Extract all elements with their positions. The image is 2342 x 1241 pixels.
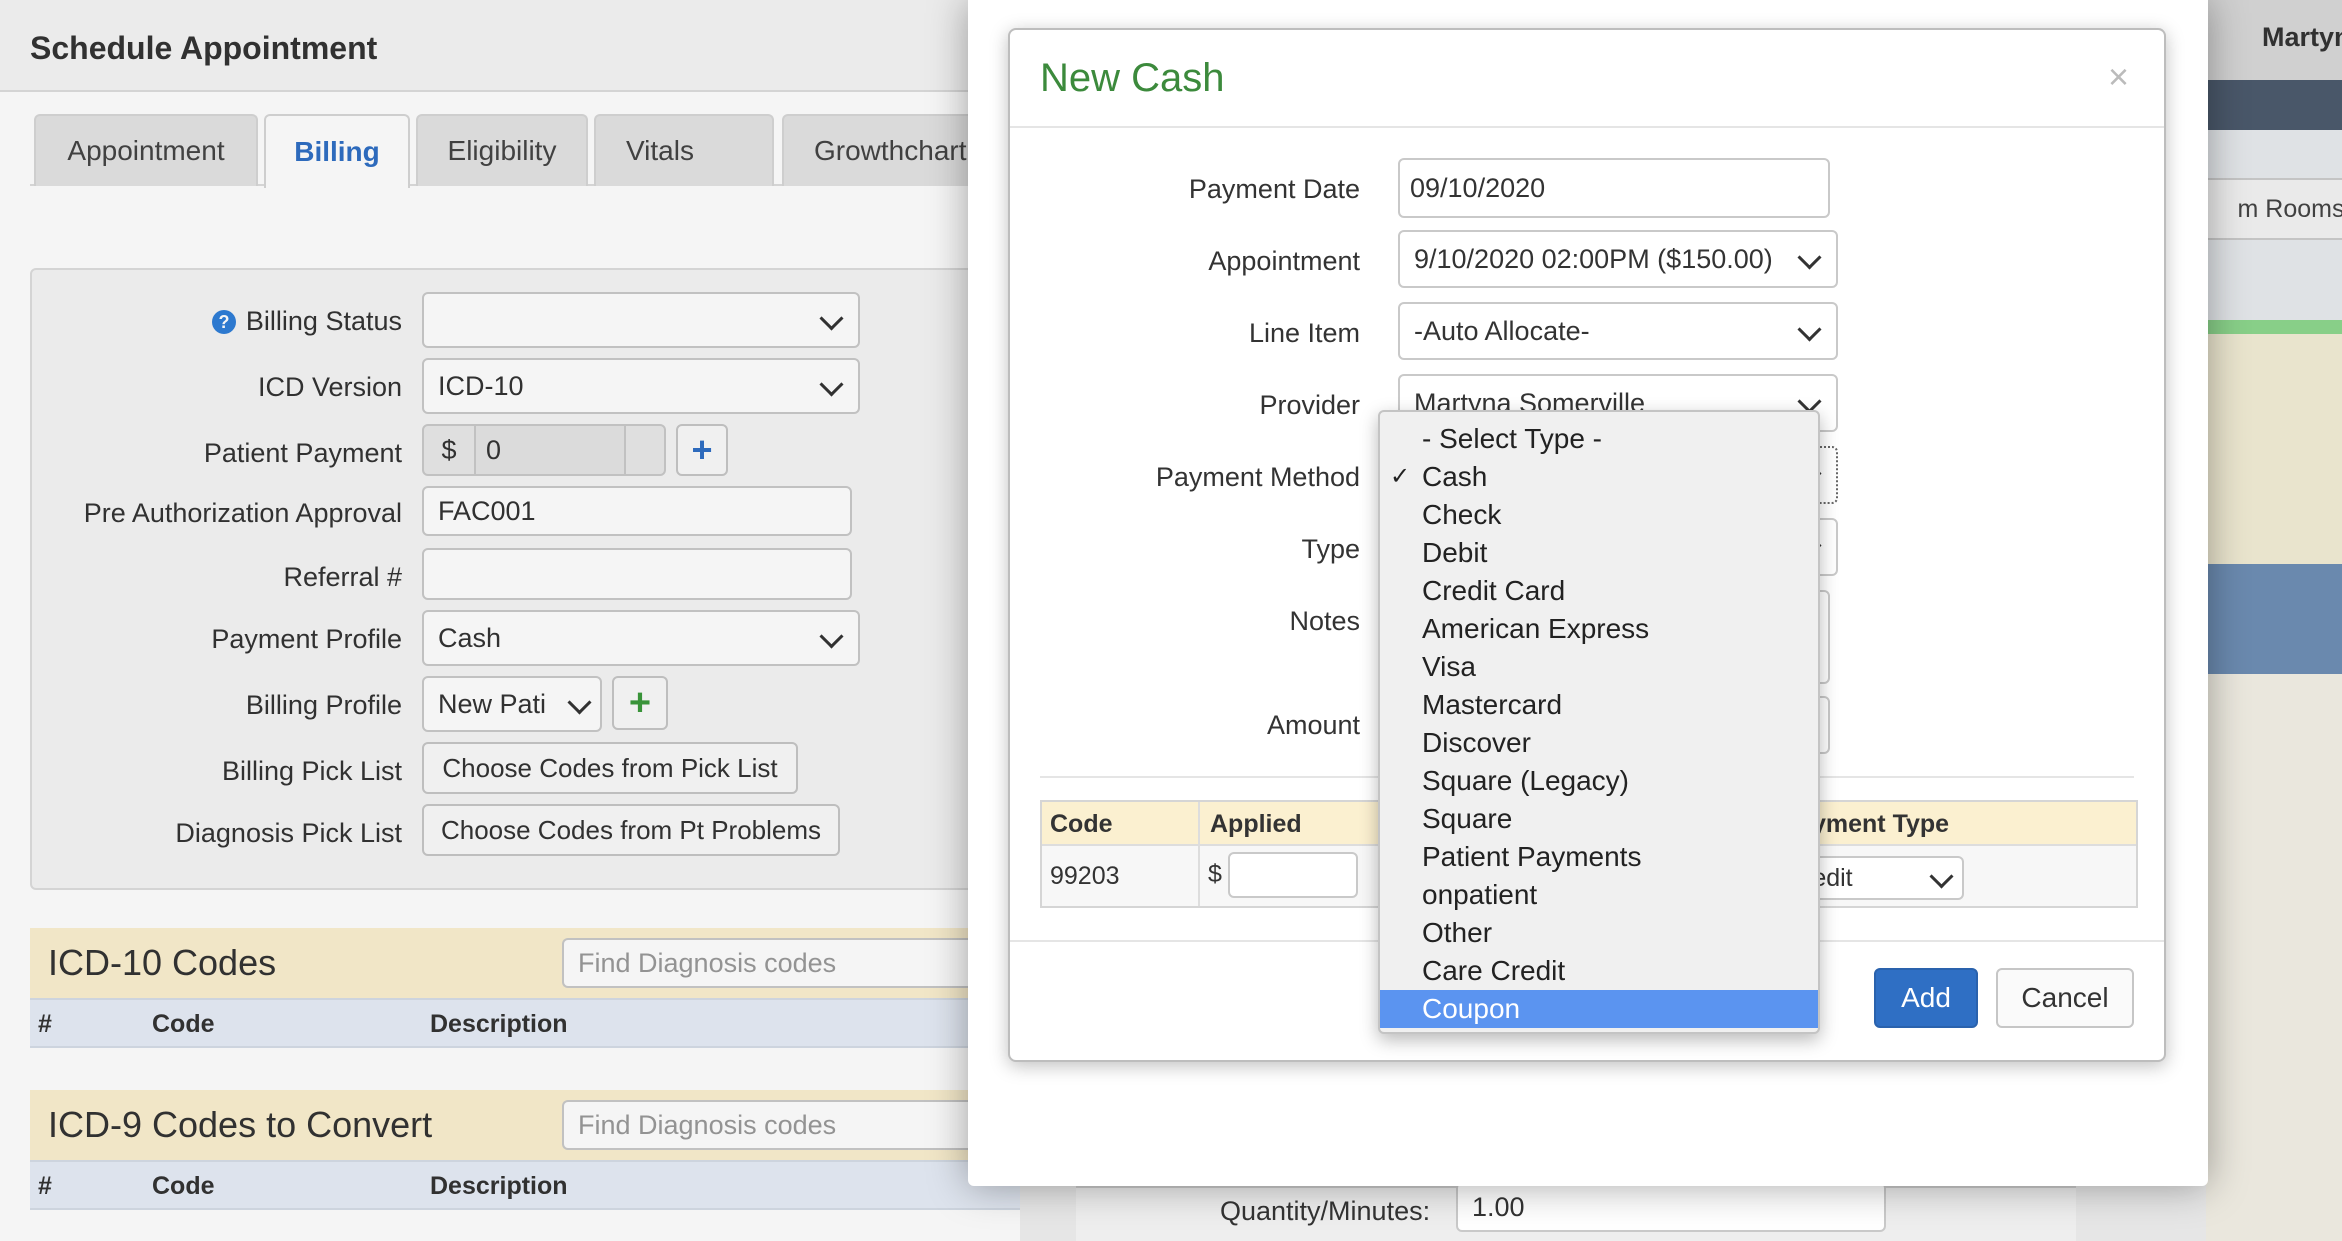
dropdown-option[interactable]: - Select Type - <box>1380 420 1818 458</box>
cancel-button[interactable]: Cancel <box>1996 968 2134 1028</box>
add-button[interactable]: Add <box>1874 968 1978 1028</box>
payment-method-dropdown: - Select Type - ✓ Cash Check Debit Credi… <box>1378 410 1820 1034</box>
dropdown-option[interactable]: Other <box>1380 914 1818 952</box>
option-label: Patient Payments <box>1422 841 1642 872</box>
checkmark-icon: ✓ <box>1390 463 1411 490</box>
option-label: - Select Type - <box>1422 423 1603 454</box>
option-label: onpatient <box>1422 879 1538 910</box>
option-label: American Express <box>1422 613 1650 644</box>
dropdown-option[interactable]: Debit <box>1380 534 1818 572</box>
option-label: Care Credit <box>1422 955 1566 986</box>
dialog-header-divider <box>1010 126 2164 128</box>
allocation-row-currency: $ <box>1208 860 1222 888</box>
line-item-value: -Auto Allocate- <box>1414 315 1590 346</box>
dropdown-option[interactable]: Care Credit <box>1380 952 1818 990</box>
option-label: Square <box>1422 803 1513 834</box>
option-label: Coupon <box>1422 993 1521 1024</box>
option-label: Visa <box>1422 651 1476 682</box>
appointment-value: 9/10/2020 02:00PM ($150.00) <box>1414 243 1773 274</box>
dropdown-option[interactable]: Check <box>1380 496 1818 534</box>
allocation-col-code: Code <box>1050 810 1113 838</box>
allocation-applied-input[interactable] <box>1228 852 1358 898</box>
quantity-input[interactable]: 1.00 <box>1456 1182 1886 1232</box>
chevron-down-icon <box>1797 245 1822 270</box>
allocation-col-payment-type: yment Type <box>1812 810 1950 838</box>
dialog-title: New Cash <box>1040 56 1225 100</box>
option-label: Discover <box>1422 727 1531 758</box>
chevron-down-icon <box>1797 317 1822 342</box>
type-label: Type <box>1301 534 1360 564</box>
dropdown-option-selected[interactable]: ✓ Cash <box>1380 458 1818 496</box>
option-label: Other <box>1422 917 1493 948</box>
provider-label: Provider <box>1259 390 1360 420</box>
dropdown-option[interactable]: Square <box>1380 800 1818 838</box>
allocation-row-code: 99203 <box>1050 862 1120 890</box>
line-item-select[interactable]: -Auto Allocate- <box>1398 302 1838 360</box>
amount-label: Amount <box>1266 710 1360 740</box>
allocation-col-divider <box>1198 802 1200 906</box>
option-label: Check <box>1422 499 1502 530</box>
chevron-down-icon <box>1929 864 1954 889</box>
dropdown-option-highlighted[interactable]: Coupon <box>1380 990 1818 1028</box>
notes-label: Notes <box>1289 606 1360 636</box>
dropdown-option[interactable]: Credit Card <box>1380 572 1818 610</box>
dropdown-option[interactable]: Mastercard <box>1380 686 1818 724</box>
dropdown-option[interactable]: Patient Payments <box>1380 838 1818 876</box>
payment-date-label: Payment Date <box>1188 174 1360 204</box>
option-label: Credit Card <box>1422 575 1566 606</box>
appointment-label: Appointment <box>1208 246 1360 276</box>
dropdown-option[interactable]: onpatient <box>1380 876 1818 914</box>
allocation-col-applied: Applied <box>1210 810 1302 838</box>
option-label: Debit <box>1422 537 1488 568</box>
option-label: Mastercard <box>1422 689 1563 720</box>
close-icon[interactable]: × <box>2108 56 2129 98</box>
quantity-label: Quantity/Minutes: <box>1220 1196 1431 1226</box>
appointment-select[interactable]: 9/10/2020 02:00PM ($150.00) <box>1398 230 1838 288</box>
dropdown-option[interactable]: Discover <box>1380 724 1818 762</box>
payment-date-input[interactable]: 09/10/2020 <box>1398 158 1830 218</box>
dropdown-option[interactable]: Square (Legacy) <box>1380 762 1818 800</box>
line-item-label: Line Item <box>1248 318 1360 348</box>
payment-method-label: Payment Method <box>1155 462 1360 492</box>
option-label: Cash <box>1422 461 1488 492</box>
dropdown-option[interactable]: Visa <box>1380 648 1818 686</box>
dropdown-option[interactable]: American Express <box>1380 610 1818 648</box>
option-label: Square (Legacy) <box>1422 765 1630 796</box>
